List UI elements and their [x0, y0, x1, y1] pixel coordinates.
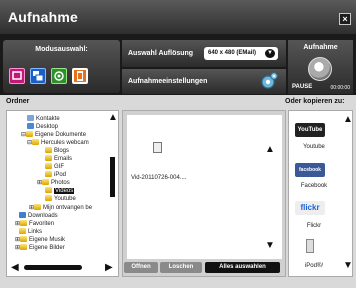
- webcam-icon: [54, 71, 64, 81]
- ipod-icon[interactable]: [306, 239, 314, 253]
- record-button[interactable]: [308, 57, 332, 81]
- downloads-icon: [19, 212, 26, 218]
- open-button[interactable]: Offnen: [124, 262, 158, 273]
- mode-panel: Modusauswahl:: [3, 40, 120, 93]
- scroll-down-icon[interactable]: ▼: [343, 261, 353, 271]
- copy-destinations-panel: YouTube Youtube facebook Facebook flickr…: [288, 110, 353, 277]
- mode-webcam-button[interactable]: [51, 68, 67, 84]
- tree-item[interactable]: Emails: [45, 155, 72, 163]
- video-file-icon[interactable]: [153, 142, 162, 153]
- file-list: Vid-20110726-004....: [127, 115, 282, 259]
- settings-label: Aufnahmeeinstellungen: [128, 78, 208, 85]
- tree-item[interactable]: Desktop: [27, 123, 58, 131]
- tree-item[interactable]: ⊟ Hercules webcam: [27, 139, 89, 147]
- folder-icon: [20, 244, 28, 250]
- tree-item[interactable]: Blogs: [45, 147, 69, 155]
- mode-window-button[interactable]: [30, 68, 46, 84]
- folder-icon: [19, 228, 26, 234]
- settings-row: Aufnahmeeinstellungen: [122, 69, 286, 94]
- folder-icon: [20, 220, 28, 226]
- tree-item-selected[interactable]: Videos: [45, 187, 75, 195]
- folder-scroll-thumb[interactable]: [110, 157, 115, 197]
- resolution-label: Auswahl Auflösung: [128, 50, 194, 57]
- flickr-logo[interactable]: flickr: [295, 201, 325, 215]
- scroll-right-icon[interactable]: ▶: [105, 263, 113, 273]
- tree-item[interactable]: iPod: [45, 171, 66, 179]
- title-bar: Aufnahme ×: [0, 0, 356, 34]
- mode-video-button[interactable]: [72, 68, 88, 84]
- tree-item[interactable]: Youtube: [45, 195, 76, 203]
- folder-icon: [45, 195, 52, 201]
- folder-tree: Kontakte Desktop ⊟ Eigene Dokumente ⊟ Herc…: [9, 113, 109, 259]
- resolution-value: 640 x 480 (EMail): [208, 50, 257, 56]
- folder-tree-panel: Kontakte Desktop ⊟ Eigene Dokumente ⊟ Herc…: [6, 110, 119, 277]
- file-list-panel: Vid-20110726-004.... ▲ ▼: [122, 110, 286, 277]
- facebook-label[interactable]: Facebook: [289, 183, 339, 189]
- scroll-up-icon[interactable]: ▲: [108, 113, 118, 123]
- film-icon: [77, 71, 83, 81]
- folder-vertical-scrollbar[interactable]: ▲: [108, 113, 118, 259]
- folder-hscroll-thumb[interactable]: [24, 265, 82, 270]
- youtube-label[interactable]: Youtube: [289, 144, 339, 150]
- windows-icon: [33, 71, 44, 82]
- folder-icon: [45, 147, 52, 153]
- scroll-down-icon[interactable]: ▼: [265, 241, 275, 251]
- chevron-down-icon: ▼: [265, 49, 275, 58]
- flickr-label[interactable]: Flickr: [289, 223, 339, 229]
- folder-section-label: Ordner: [6, 98, 30, 105]
- folder-icon: [20, 236, 28, 242]
- mode-screen-button[interactable]: [9, 68, 25, 84]
- facebook-logo[interactable]: facebook: [295, 163, 325, 177]
- folder-icon: [45, 163, 52, 169]
- tree-item[interactable]: ⊞ Favoriten: [15, 220, 54, 228]
- scroll-left-icon[interactable]: ◀: [11, 263, 19, 273]
- close-button[interactable]: ×: [339, 13, 351, 25]
- tree-item[interactable]: ⊞ Eigene Musik: [15, 236, 65, 244]
- folder-icon: [32, 139, 40, 145]
- folder-icon: [45, 187, 52, 193]
- record-state: PAUSE: [292, 84, 313, 90]
- screen-icon: [12, 71, 22, 80]
- contacts-icon: [27, 115, 34, 121]
- tree-item[interactable]: Links: [19, 228, 42, 236]
- folder-icon: [26, 131, 34, 137]
- resolution-row: Auswahl Auflösung 640 x 480 (EMail) ▼: [122, 40, 286, 67]
- folder-icon: [34, 204, 42, 210]
- folder-icon: [42, 179, 50, 185]
- tree-item[interactable]: Kontakte: [27, 115, 60, 123]
- folder-horizontal-scrollbar[interactable]: ◀ ▶: [9, 261, 117, 275]
- copy-section-label: Oder kopieren zu:: [285, 98, 345, 105]
- tree-item[interactable]: ⊟ Eigene Dokumente: [21, 131, 86, 139]
- record-label: Aufnahme: [303, 44, 338, 51]
- tree-item[interactable]: GIF: [45, 163, 64, 171]
- delete-button[interactable]: Loschen: [160, 262, 202, 273]
- gear-icon[interactable]: [260, 72, 278, 90]
- resolution-select[interactable]: 640 x 480 (EMail) ▼: [204, 47, 278, 60]
- tree-item[interactable]: Downloads: [19, 212, 58, 220]
- mode-label: Modusauswahl:: [35, 46, 88, 53]
- youtube-logo[interactable]: YouTube: [295, 123, 325, 137]
- select-all-button[interactable]: Alles auswahlen: [205, 262, 280, 273]
- tree-item[interactable]: ⊞ Eigene Bilder: [15, 244, 65, 252]
- tree-item[interactable]: ⊞ Mijn ontvangen be: [29, 204, 92, 212]
- file-name[interactable]: Vid-20110726-004....: [131, 175, 187, 181]
- tree-item[interactable]: ⊞ Photos: [37, 179, 70, 187]
- record-panel: Aufnahme PAUSE 00:00:00: [288, 40, 353, 94]
- desktop-icon: [27, 123, 34, 129]
- scroll-up-icon[interactable]: ▲: [265, 145, 275, 155]
- ipod-label[interactable]: iPod®/: [289, 263, 339, 269]
- scroll-up-icon[interactable]: ▲: [343, 115, 353, 125]
- record-timer: 00:00:00: [330, 85, 350, 91]
- folder-icon: [45, 171, 52, 177]
- folder-icon: [45, 155, 52, 161]
- window-title: Aufnahme: [8, 9, 79, 25]
